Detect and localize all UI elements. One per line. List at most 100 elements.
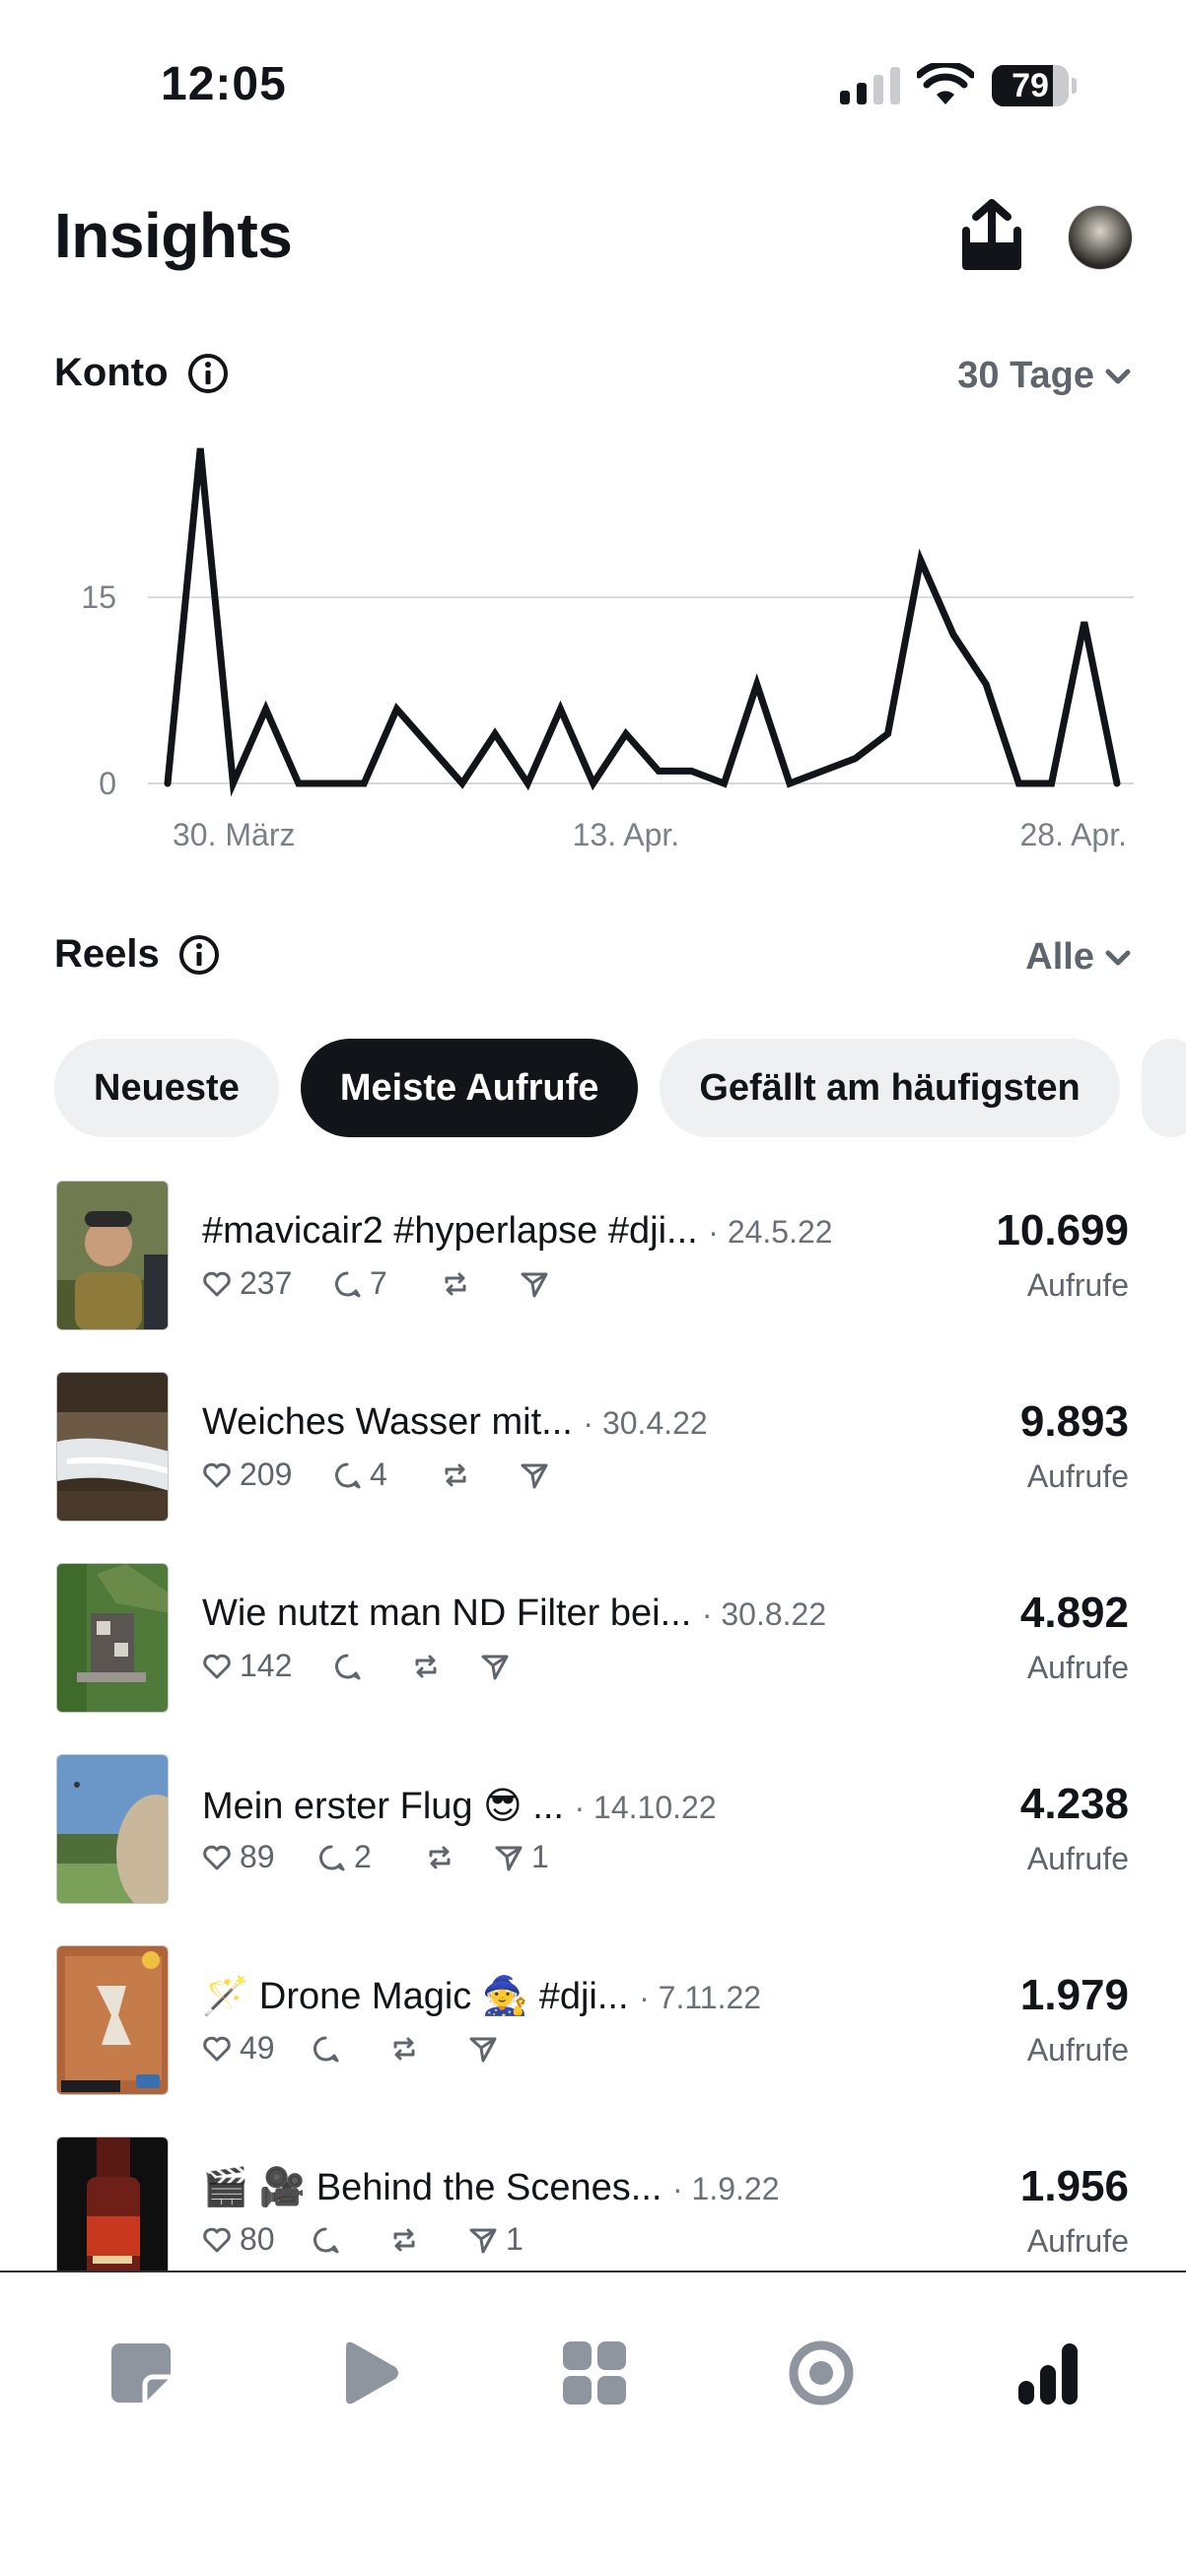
likes-count: 142: [240, 1648, 293, 1683]
reels-header: Reels: [54, 932, 221, 977]
views-label: Aufrufe: [1026, 2032, 1129, 2068]
account-range-dropdown[interactable]: 30 Tage: [957, 355, 1132, 397]
heart-icon: [203, 1462, 231, 1487]
shares-stat: [480, 1652, 518, 1681]
heart-icon: [203, 2227, 231, 2252]
chip-newest[interactable]: Neueste: [54, 1039, 279, 1137]
comments-stat: [311, 2225, 389, 2255]
avatar[interactable]: [1068, 205, 1133, 270]
reel-thumbnail: [56, 1945, 169, 2095]
tab-insights[interactable]: [1009, 2334, 1087, 2412]
reel-title-line: #mavicair2 #hyperlapse #dji... · 24.5.22: [202, 1210, 912, 1253]
reel-row[interactable]: Wie nutzt man ND Filter bei... · 30.8.22…: [0, 1561, 1186, 1752]
likes-count: 209: [240, 1457, 293, 1492]
heart-icon: [203, 1845, 231, 1869]
reel-row[interactable]: 🪄 Drone Magic 🧙 #dji... · 7.11.22 49 1.9…: [0, 1943, 1186, 2135]
views-label: Aufrufe: [1026, 1650, 1129, 1685]
views-count: 10.699: [996, 1206, 1129, 1254]
reel-thumbnail: [56, 1563, 169, 1713]
reel-title: Weiches Wasser mit...: [202, 1401, 573, 1443]
comments-count: 7: [370, 1265, 387, 1301]
likes-stat: 49: [202, 2030, 311, 2067]
likes-stat: 237: [202, 1265, 332, 1302]
share-icon: [469, 2228, 497, 2253]
reel-date: · 30.4.22: [583, 1405, 708, 1441]
reposts-stat: [389, 2034, 468, 2064]
account-header: Konto: [54, 351, 230, 395]
reel-title-line: 🪄 Drone Magic 🧙 #dji... · 7.11.22: [202, 1975, 912, 2018]
reel-row[interactable]: #mavicair2 #hyperlapse #dji... · 24.5.22…: [0, 1179, 1186, 1370]
reel-title: 🎬 🎥 Behind the Scenes...: [202, 2167, 663, 2208]
tab-grid[interactable]: [555, 2334, 634, 2412]
views-count: 4.238: [1019, 1780, 1129, 1828]
share-icon: [521, 1463, 548, 1488]
views-count: 9.893: [1019, 1397, 1129, 1446]
status-bar: 12:05 79: [0, 0, 1186, 172]
y-tick-label: 0: [99, 766, 116, 801]
chevron-down-icon: [1105, 369, 1131, 383]
chip-most-views[interactable]: Meiste Aufrufe: [300, 1039, 639, 1137]
likes-count: 80: [240, 2221, 275, 2257]
battery-level: 79: [1012, 67, 1049, 104]
repost-icon: [393, 2228, 415, 2251]
reels-sort-chips: Neueste Meiste Aufrufe Gefällt am häufig…: [54, 1039, 1186, 1137]
likes-stat: 80: [202, 2221, 311, 2258]
comments-stat: 4: [332, 1457, 441, 1493]
chip-most-liked[interactable]: Gefällt am häufigsten: [660, 1039, 1120, 1137]
tab-posts[interactable]: [102, 2334, 180, 2412]
reels-filter-dropdown[interactable]: Alle: [1025, 936, 1132, 979]
info-icon[interactable]: [186, 352, 230, 395]
reel-row[interactable]: 🎬 🎥 Behind the Scenes... · 1.9.22 80 1 1…: [0, 2135, 1186, 2271]
views-count: 4.892: [1019, 1589, 1129, 1637]
shares-stat: 1: [468, 2221, 523, 2258]
reel-stats: 49: [202, 2030, 506, 2067]
share-icon: [481, 1655, 509, 1679]
chip-more[interactable]: [1141, 1039, 1186, 1137]
comment-icon: [319, 1845, 345, 1870]
reel-title-line: Weiches Wasser mit... · 30.4.22: [202, 1401, 912, 1444]
views-label: Aufrufe: [1026, 1267, 1129, 1303]
grid-icon: [563, 2341, 626, 2405]
reel-stats: 142: [202, 1648, 518, 1684]
reel-stats: 80 1: [202, 2221, 523, 2258]
comments-stat: [332, 1652, 411, 1681]
chart-series-line: [164, 447, 1121, 797]
reel-stats: 209 4: [202, 1457, 557, 1493]
reel-thumbnail: [56, 1181, 169, 1330]
reel-title-line: 🎬 🎥 Behind the Scenes... · 1.9.22: [202, 2166, 912, 2209]
likes-stat: 142: [202, 1648, 332, 1684]
wifi-icon: [917, 63, 974, 104]
comments-count: 2: [354, 1839, 372, 1874]
reel-date: · 7.11.22: [639, 1980, 762, 2015]
x-tick-label: 13. Apr.: [573, 817, 680, 852]
info-icon[interactable]: [177, 933, 221, 977]
reposts-stat: [441, 1460, 520, 1490]
repost-icon: [429, 1846, 451, 1868]
insights-icon: [1018, 2343, 1078, 2405]
comments-stat: [311, 2034, 389, 2064]
repost-icon: [445, 1272, 466, 1295]
share-button[interactable]: [956, 197, 1027, 276]
threads-icon: [111, 2343, 171, 2403]
likes-count: 49: [240, 2030, 275, 2066]
tab-reels[interactable]: [328, 2334, 407, 2412]
comment-icon: [335, 1654, 361, 1679]
reel-stats: 89 2 1: [202, 1839, 549, 1875]
reel-row[interactable]: Mein erster Flug 😎 ... · 14.10.22 89 2 1…: [0, 1752, 1186, 1943]
heart-icon: [203, 1654, 231, 1678]
reel-row[interactable]: Weiches Wasser mit... · 30.4.22 209 4 9.…: [0, 1370, 1186, 1561]
reposts-stat: [389, 2225, 468, 2255]
reel-thumbnail: [56, 1372, 169, 1522]
share-icon: [469, 2037, 497, 2062]
tab-goals[interactable]: [782, 2334, 861, 2412]
account-range-label: 30 Tage: [957, 355, 1094, 396]
x-tick-label: 30. März: [173, 817, 295, 852]
reel-title: #mavicair2 #hyperlapse #dji...: [202, 1210, 698, 1252]
reel-stats: 237 7: [202, 1265, 557, 1302]
reel-date: · 24.5.22: [708, 1214, 833, 1250]
comment-icon: [314, 2036, 339, 2062]
status-time: 12:05: [161, 58, 287, 110]
comments-stat: 7: [332, 1265, 441, 1302]
x-tick-label: 28. Apr.: [1019, 817, 1127, 852]
reels-filter-label: Alle: [1025, 936, 1094, 978]
